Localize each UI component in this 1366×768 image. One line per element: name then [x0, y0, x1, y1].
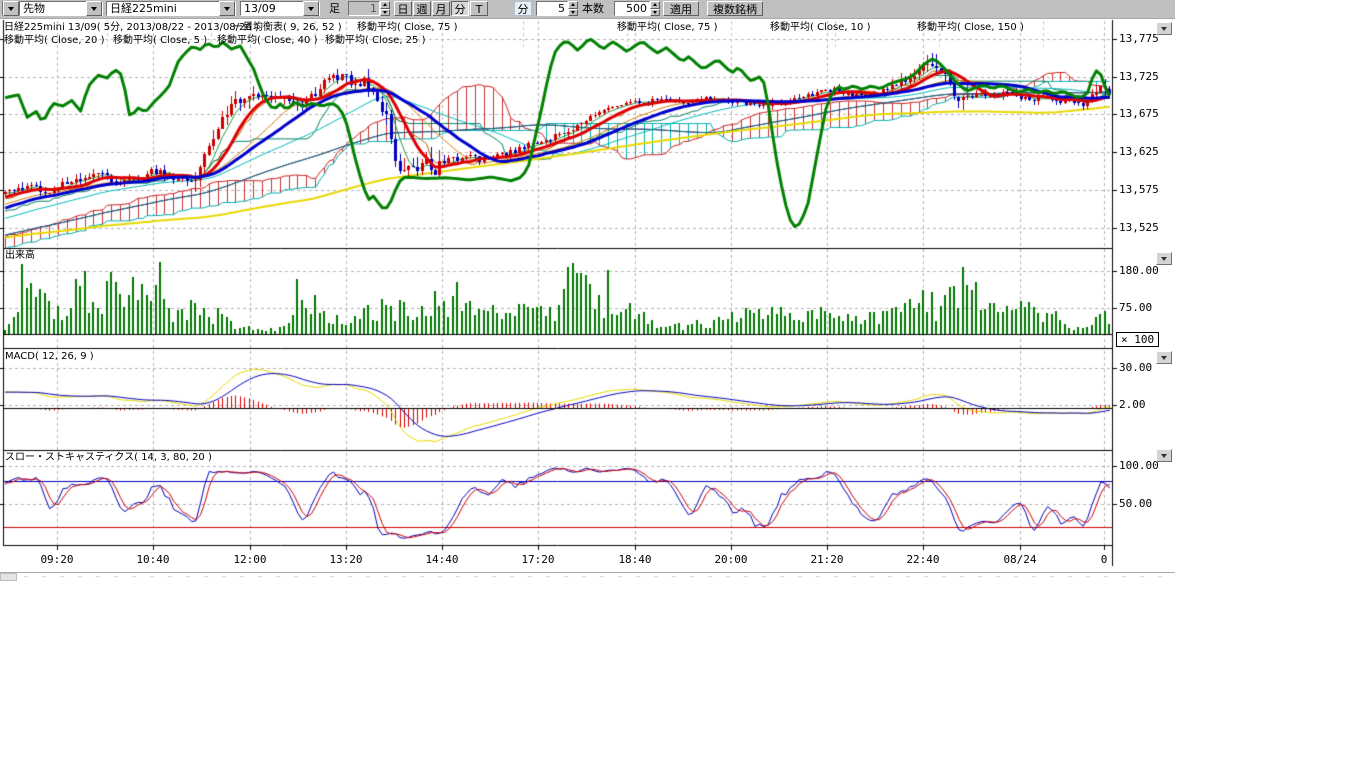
chevron-down-icon[interactable] [86, 1, 102, 16]
chart-style-dropdown[interactable] [2, 1, 17, 16]
minute-label: 分 [514, 1, 532, 16]
pane-scale-dropdown[interactable] [1156, 449, 1172, 462]
minute-value[interactable]: 5 [536, 1, 568, 16]
bars-label: 本数 [582, 1, 604, 16]
pane-scale-dropdown[interactable] [1156, 22, 1172, 35]
contract-select[interactable]: 13/09 [240, 1, 320, 16]
spin-up-icon [380, 1, 390, 9]
bottom-scroll-track[interactable] [0, 572, 1175, 573]
period-minute-button[interactable]: 分 [451, 1, 469, 16]
period-week-button[interactable]: 週 [413, 1, 431, 16]
period-day-button[interactable]: 日 [394, 1, 412, 16]
toolbar: 先物 日経225mini 13/09 足 1 日 週 月 分 T 分 5 本数 … [0, 0, 1175, 19]
bars-spinner[interactable]: 500 [614, 1, 660, 16]
pane-scale-dropdown[interactable] [1156, 252, 1172, 265]
chevron-down-icon[interactable] [219, 1, 235, 16]
symbol-select-value: 日経225mini [107, 2, 219, 16]
period-month-button[interactable]: 月 [432, 1, 450, 16]
spin-up-icon[interactable] [568, 1, 578, 9]
period-tick-button[interactable]: T [470, 1, 488, 16]
interval-spinner: 1 [348, 1, 390, 16]
spin-down-icon[interactable] [650, 9, 660, 17]
market-select[interactable]: 先物 [19, 1, 103, 16]
contract-select-value: 13/09 [241, 2, 303, 16]
multi-symbol-button[interactable]: 複数銘柄 [707, 1, 763, 16]
chevron-down-icon [1161, 257, 1167, 261]
chevron-down-icon [1161, 356, 1167, 360]
pane-scale-dropdown[interactable] [1156, 351, 1172, 364]
chevron-down-icon [1161, 454, 1167, 458]
bars-value[interactable]: 500 [614, 1, 650, 16]
spin-up-icon[interactable] [650, 1, 660, 9]
spin-down-icon[interactable] [568, 9, 578, 17]
market-select-value: 先物 [20, 2, 86, 16]
symbol-select[interactable]: 日経225mini [106, 1, 236, 16]
chevron-down-icon[interactable] [3, 1, 19, 16]
chevron-down-icon[interactable] [303, 1, 319, 16]
chart-app: 先物 日経225mini 13/09 足 1 日 週 月 分 T 分 5 本数 … [0, 0, 1366, 768]
ashi-label: 足 [329, 1, 340, 16]
apply-button[interactable]: 適用 [663, 1, 699, 16]
interval-value: 1 [348, 1, 380, 16]
scroll-track-dashes [0, 574, 1175, 580]
spin-down-icon [380, 9, 390, 17]
chart-canvas[interactable] [0, 18, 1175, 574]
chevron-down-icon [1161, 27, 1167, 31]
minute-spinner[interactable]: 5 [536, 1, 578, 16]
bottom-scroll-thumb[interactable] [0, 573, 17, 581]
